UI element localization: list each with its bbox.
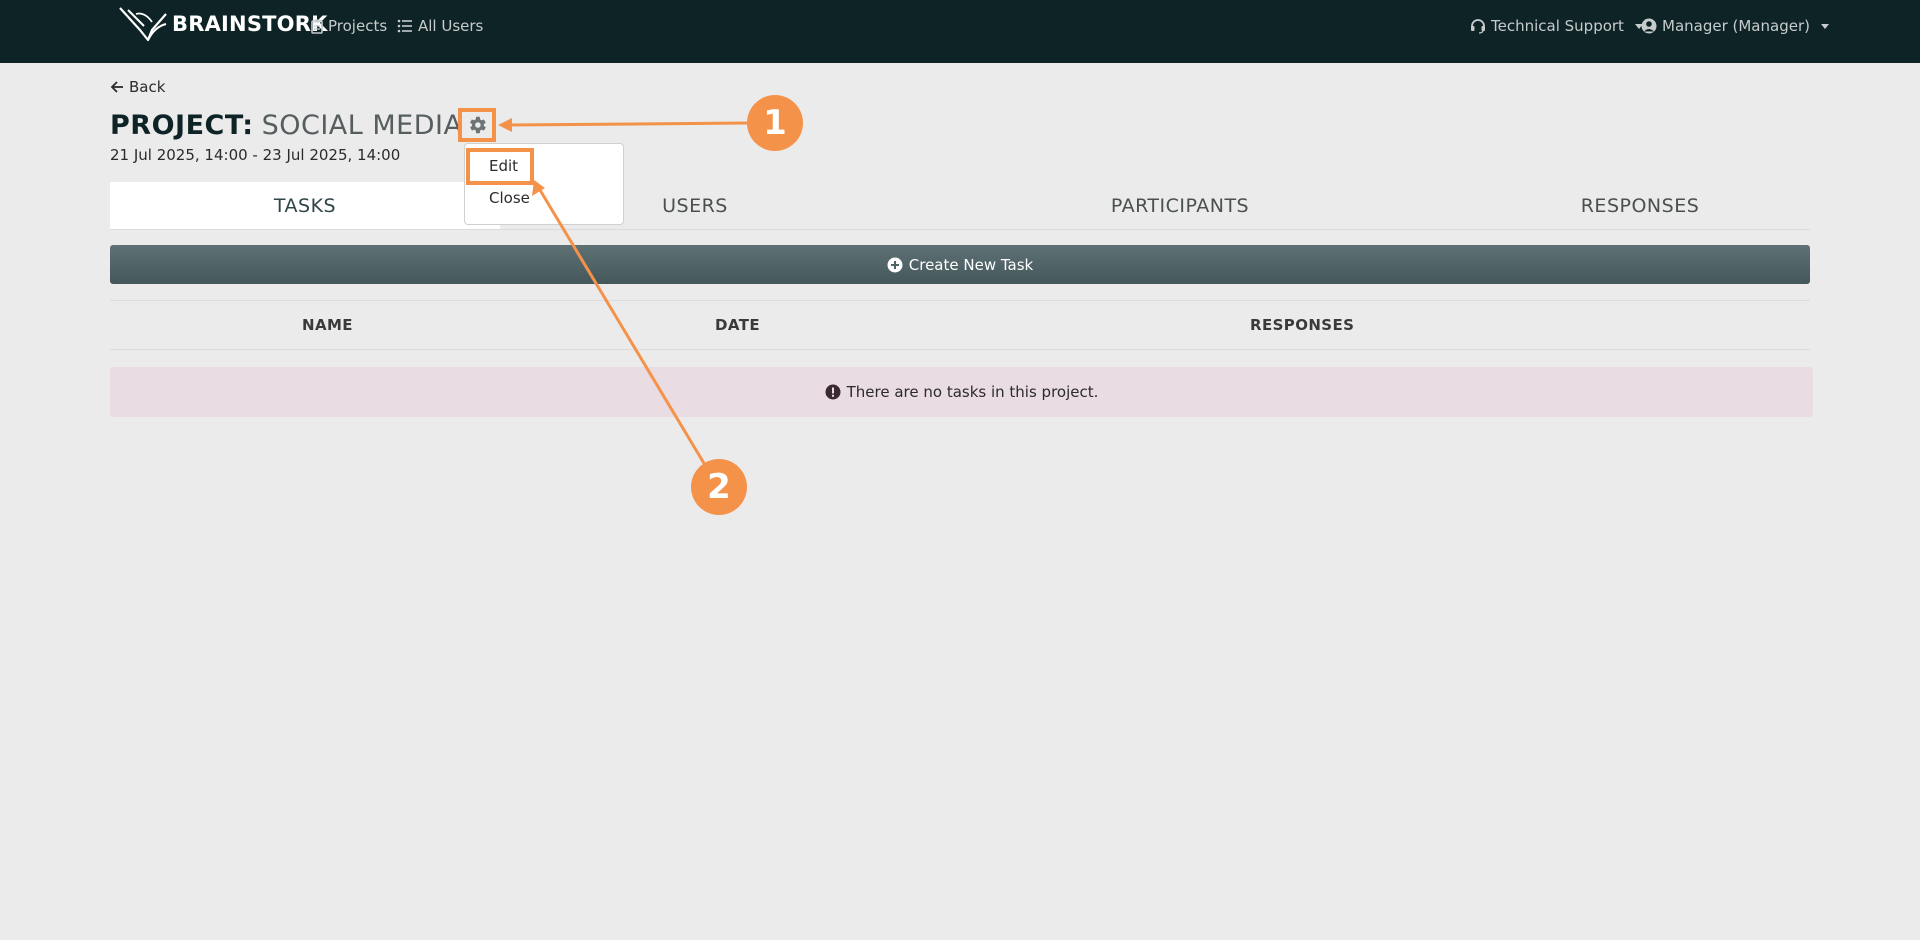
arrow-line-1 — [509, 121, 749, 127]
callout-1: 1 — [747, 95, 803, 151]
arrow-head-1 — [498, 118, 512, 132]
arrow-line-2 — [538, 189, 707, 466]
annotation-arrows — [498, 118, 749, 466]
callout-2: 2 — [691, 459, 747, 515]
